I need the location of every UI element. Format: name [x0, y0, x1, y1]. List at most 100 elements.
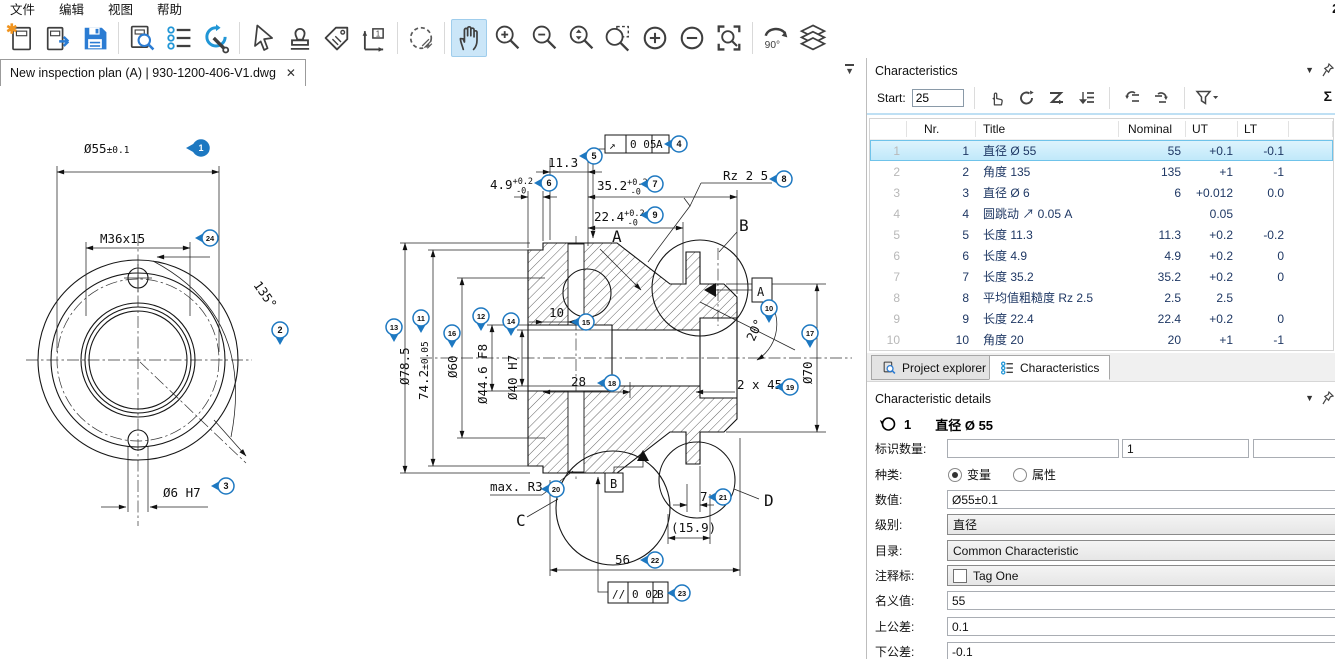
- id-qty-input-1[interactable]: [947, 439, 1119, 458]
- balloon-3[interactable]: 3: [211, 478, 234, 494]
- pin-icon[interactable]: [1322, 391, 1334, 405]
- balloon-8[interactable]: 8: [769, 171, 792, 187]
- cell-nr: 7: [907, 270, 976, 284]
- value-input[interactable]: [947, 490, 1335, 509]
- balloon-10[interactable]: 10: [761, 300, 777, 323]
- kind-radio-variable[interactable]: [948, 468, 962, 482]
- characteristic-number: 1: [904, 417, 911, 432]
- level-dropdown[interactable]: 直径⌄: [947, 514, 1335, 535]
- balloon-24[interactable]: 24: [195, 230, 218, 246]
- dimension-tool-icon[interactable]: 1: [357, 20, 391, 56]
- apply-numbers-back-icon[interactable]: [1150, 86, 1174, 110]
- cell-nr: 8: [907, 291, 976, 305]
- open-plan-icon[interactable]: [41, 20, 75, 56]
- document-tab[interactable]: New inspection plan (A) | 930-1200-406-V…: [0, 59, 306, 86]
- pin-icon[interactable]: [1322, 63, 1334, 77]
- balloon-12[interactable]: 12: [473, 308, 489, 331]
- new-plan-icon[interactable]: ✱: [4, 20, 38, 56]
- balloon-2[interactable]: 2: [272, 322, 288, 345]
- region-select-icon[interactable]: [404, 20, 438, 56]
- menu-view[interactable]: 视图: [108, 0, 133, 18]
- column-nominal[interactable]: Nominal: [1119, 121, 1186, 137]
- rotate-90-icon[interactable]: 90°: [759, 20, 793, 56]
- increase-icon[interactable]: [638, 20, 672, 56]
- pan-hand-icon[interactable]: [451, 19, 487, 57]
- tag-checkbox[interactable]: [953, 569, 967, 583]
- balloon-17[interactable]: 17: [802, 325, 818, 348]
- decrease-icon[interactable]: [675, 20, 709, 56]
- tag-dropdown[interactable]: Tag One⌄: [947, 565, 1335, 586]
- find-view-icon[interactable]: [125, 20, 159, 56]
- settings-icon[interactable]: [199, 20, 233, 56]
- balloon-18[interactable]: 18: [597, 375, 620, 391]
- nominal-input[interactable]: [947, 591, 1335, 610]
- svg-text:17: 17: [806, 329, 814, 338]
- table-row[interactable]: 66长度 4.94.9+0.20: [870, 245, 1333, 266]
- id-qty-input-2[interactable]: [1122, 439, 1249, 458]
- balloon-6[interactable]: 6: [534, 175, 557, 191]
- select-cursor-icon[interactable]: [246, 20, 280, 56]
- upper-tolerance-input[interactable]: [947, 617, 1335, 636]
- refresh-numbering-icon[interactable]: [1015, 86, 1039, 110]
- close-tab-icon[interactable]: ✕: [286, 66, 296, 80]
- panel-menu-icon[interactable]: ▼: [1305, 393, 1314, 403]
- column-nr[interactable]: Nr.: [907, 121, 976, 137]
- tag-icon[interactable]: [320, 20, 354, 56]
- filter-icon[interactable]: [1195, 86, 1219, 110]
- balloon-22[interactable]: 22: [640, 552, 663, 568]
- layers-icon[interactable]: [796, 20, 830, 56]
- zoom-window-icon[interactable]: [601, 20, 635, 56]
- balloon-21[interactable]: 21: [708, 489, 731, 505]
- zoom-out-icon[interactable]: [527, 20, 561, 56]
- table-row[interactable]: 55长度 11.311.3+0.2-0.2: [870, 224, 1333, 245]
- table-row[interactable]: 88平均值粗糙度 Rz 2.52.52.5: [870, 287, 1333, 308]
- table-row[interactable]: 1010角度 2020+1-1: [870, 329, 1333, 350]
- menu-edit[interactable]: 编辑: [59, 0, 84, 18]
- table-row[interactable]: 11直径 Ø 5555+0.1-0.1: [870, 140, 1333, 161]
- lower-tolerance-input[interactable]: [947, 642, 1335, 659]
- column-title[interactable]: Title: [976, 121, 1119, 137]
- balloon-1[interactable]: 1: [186, 140, 209, 156]
- svg-text:1: 1: [198, 143, 203, 153]
- apply-numbers-forward-icon[interactable]: [1120, 86, 1144, 110]
- column-ut[interactable]: UT: [1186, 121, 1238, 137]
- balloon-5[interactable]: 5: [579, 148, 602, 164]
- save-icon[interactable]: [78, 20, 112, 56]
- balloon-20[interactable]: 20: [541, 481, 564, 497]
- panel-menu-icon[interactable]: ▼: [1305, 65, 1314, 75]
- table-row[interactable]: 99长度 22.422.4+0.20: [870, 308, 1333, 329]
- menu-file[interactable]: 文件: [10, 0, 35, 18]
- start-input[interactable]: [912, 89, 964, 107]
- pick-characteristic-icon[interactable]: [985, 86, 1009, 110]
- menu-help[interactable]: 帮助: [157, 0, 182, 18]
- balloon-14[interactable]: 14: [503, 313, 519, 336]
- sort-list-icon[interactable]: [1075, 86, 1099, 110]
- svg-text:22: 22: [651, 556, 659, 565]
- zoom-in-icon[interactable]: [490, 20, 524, 56]
- balloon-11[interactable]: 11: [413, 310, 429, 333]
- zoom-fit-icon[interactable]: [712, 20, 746, 56]
- kind-radio-attribute[interactable]: [1013, 468, 1027, 482]
- table-row[interactable]: 33直径 Ø 66+0.0120.0: [870, 182, 1333, 203]
- balloon-23[interactable]: 23: [667, 585, 690, 601]
- zoom-dynamic-icon[interactable]: [564, 20, 598, 56]
- cell-nom: 6: [1119, 186, 1186, 200]
- column-index[interactable]: [870, 121, 907, 137]
- table-row[interactable]: 22角度 135135+1-1: [870, 161, 1333, 182]
- catalog-dropdown[interactable]: Common Characteristic⌄: [947, 540, 1335, 561]
- sum-symbol[interactable]: Σ: [1324, 88, 1332, 104]
- column-extra: [1289, 121, 1333, 137]
- characteristic-list-icon[interactable]: [162, 20, 196, 56]
- drawing-canvas[interactable]: Ø55±0.1M36x15135°Ø6 H711.34.9+0.2-035.2+…: [0, 85, 862, 659]
- tab-list-dropdown-icon[interactable]: ▼: [845, 64, 854, 76]
- balloon-16[interactable]: 16: [444, 325, 460, 348]
- tab-project-explorer[interactable]: Project explorer: [871, 355, 997, 380]
- tab-characteristics[interactable]: Characteristics: [989, 355, 1110, 380]
- renumber-path-icon[interactable]: [1045, 86, 1069, 110]
- stamp-icon[interactable]: [283, 20, 317, 56]
- balloon-13[interactable]: 13: [386, 319, 402, 342]
- table-row[interactable]: 77长度 35.235.2+0.20: [870, 266, 1333, 287]
- id-qty-input-3[interactable]: [1253, 439, 1335, 458]
- table-row[interactable]: 44圆跳动 ↗ 0.05 A0.05: [870, 203, 1333, 224]
- column-lt[interactable]: LT: [1238, 121, 1289, 137]
